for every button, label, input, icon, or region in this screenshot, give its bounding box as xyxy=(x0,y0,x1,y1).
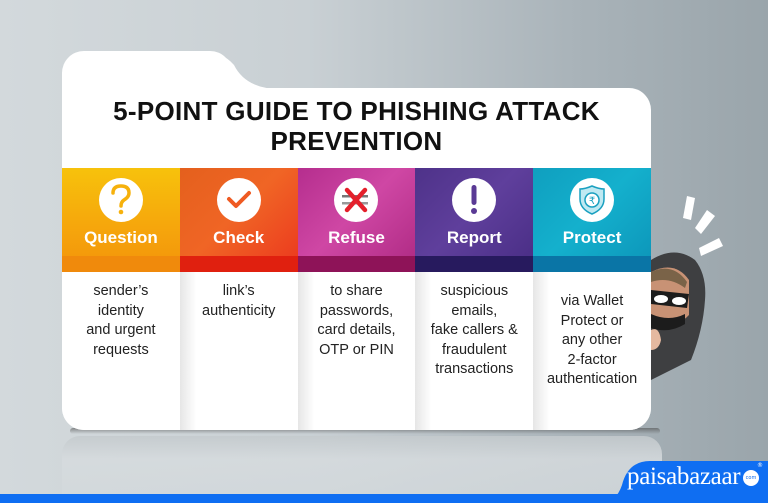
step-label: Protect xyxy=(562,228,622,247)
step-description: via Wallet Protect or any other 2-factor… xyxy=(546,293,638,387)
step-strip xyxy=(179,256,298,272)
step-description: sender’s identity and urgent requests xyxy=(86,283,156,358)
step-label: Refuse xyxy=(328,228,385,247)
checkmark-icon xyxy=(216,178,261,222)
step-header: ₹ Protect xyxy=(533,168,651,256)
step-label: Question xyxy=(84,228,158,247)
step-protect: ₹ Protect via Wallet Protect or any othe… xyxy=(533,168,651,430)
card-reflection xyxy=(62,436,662,494)
step-strip xyxy=(415,256,534,272)
step-body: sender’s identity and urgent requests xyxy=(62,272,180,430)
step-header: Report xyxy=(415,168,534,256)
step-strip xyxy=(533,256,651,272)
step-refuse: Refuse to share passwords, card details,… xyxy=(297,168,416,430)
step-label: Report xyxy=(446,228,502,247)
step-label: Check xyxy=(213,228,265,247)
step-header: Question xyxy=(62,168,180,256)
alert-marks-icon xyxy=(683,196,723,256)
exclamation-icon xyxy=(452,178,497,222)
step-question: Question sender’s identity and urgent re… xyxy=(62,168,180,430)
step-description: to share passwords, card details, OTP or… xyxy=(317,283,396,358)
registered-mark: ® xyxy=(757,462,763,469)
step-strip xyxy=(297,256,416,272)
step-body: link’s authenticity xyxy=(179,272,298,430)
page-title: 5-POINT GUIDE TO PHISHING ATTACK PREVENT… xyxy=(62,96,651,156)
question-mark-icon xyxy=(98,178,143,222)
title-line-1: 5-POINT GUIDE TO PHISHING ATTACK xyxy=(113,96,600,126)
step-description: suspicious emails, fake callers & fraudu… xyxy=(430,283,518,377)
cross-icon xyxy=(334,178,379,222)
step-strip xyxy=(62,256,180,272)
step-body: via Wallet Protect or any other 2-factor… xyxy=(533,272,651,430)
svg-text:₹: ₹ xyxy=(589,196,595,207)
hacker-illustration xyxy=(651,196,723,380)
step-header: Refuse xyxy=(297,168,416,256)
step-header: Check xyxy=(179,168,298,256)
folder-tab-curve xyxy=(200,51,280,91)
step-report: Report suspicious emails, fake callers &… xyxy=(415,168,534,430)
title-line-2: PREVENTION xyxy=(270,126,443,156)
step-description: link’s authenticity xyxy=(202,283,276,319)
brand-badge-icon: com xyxy=(743,470,759,486)
step-body: to share passwords, card details, OTP or… xyxy=(297,272,416,430)
step-body: suspicious emails, fake callers & fraudu… xyxy=(415,272,534,430)
step-check: Check link’s authenticity xyxy=(179,168,298,430)
guide-card: 5-POINT GUIDE TO PHISHING ATTACK PREVENT… xyxy=(62,88,651,430)
shield-rupee-icon: ₹ xyxy=(570,178,615,222)
brand-logo: paisabazaar xyxy=(627,463,741,490)
steps-row: Question sender’s identity and urgent re… xyxy=(62,168,651,430)
